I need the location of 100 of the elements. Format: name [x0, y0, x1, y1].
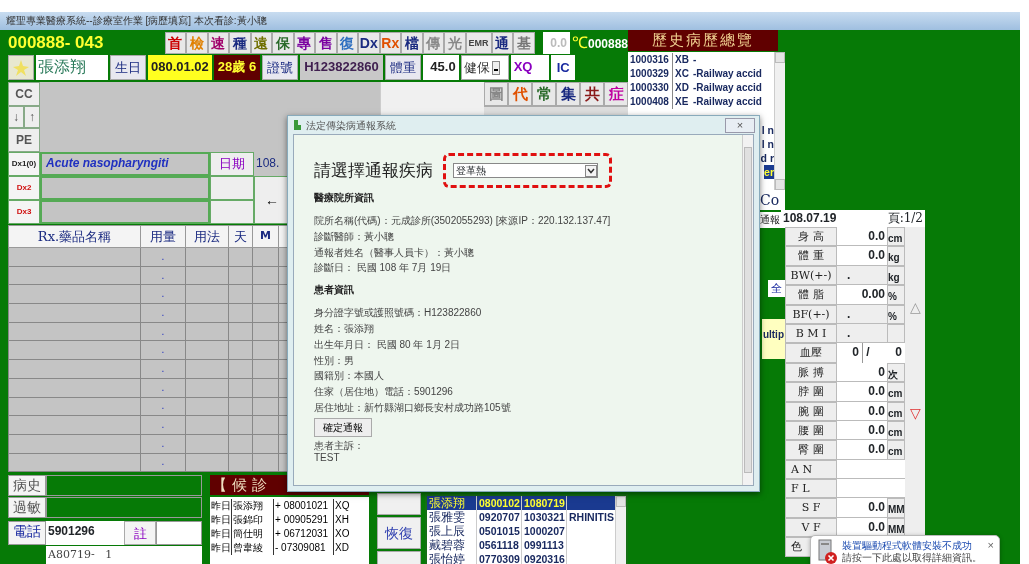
blank-field[interactable] — [210, 176, 254, 200]
blank-field[interactable] — [210, 200, 254, 224]
toolbar-button[interactable]: 復 — [336, 32, 359, 54]
back-button[interactable]: ← — [254, 176, 290, 224]
toolbar-button[interactable]: 種 — [229, 32, 251, 54]
note-field[interactable] — [156, 521, 202, 545]
toolbar-button[interactable]: 保 — [272, 32, 294, 54]
table-cell: + 08001021 — [274, 499, 334, 514]
diagnosis-field[interactable]: Acute nasopharyngiti — [40, 152, 210, 176]
vital-field[interactable]: 0 — [837, 343, 863, 363]
vital-field[interactable]: 0.0 — [837, 498, 887, 518]
table-cell: 1000316 — [628, 53, 673, 67]
table-cell[interactable]: 張添翔 — [232, 499, 274, 514]
unit-label: % — [887, 285, 905, 305]
allergy-field[interactable] — [46, 497, 202, 519]
toolbar-button[interactable]: 首 — [164, 32, 187, 54]
notification-text: 請按一下此處以取得詳細資訊。 — [842, 552, 982, 564]
vital-value: . — [837, 323, 887, 344]
vital-field[interactable]: 0.0 — [837, 440, 887, 460]
submit-button[interactable]: 確定通報 — [314, 417, 372, 437]
address-field[interactable]: A80719- 1 — [46, 545, 202, 564]
toolbar-button[interactable]: 速 — [207, 32, 230, 54]
vital-field[interactable]: 0.0 — [837, 227, 887, 247]
disease-dropdown[interactable]: 登革熱 — [453, 163, 598, 178]
insurance-dropdown[interactable]: 健保 — [460, 55, 509, 80]
scroll-down-button[interactable]: ▽ — [909, 405, 921, 421]
history-row[interactable]: 1000329 XC -Railway accid — [628, 67, 774, 81]
toolbar-button[interactable]: 專 — [293, 32, 316, 54]
history-row[interactable]: 1000330 XD -Railway accid — [628, 81, 774, 95]
partial-text: 全 — [768, 280, 785, 297]
close-button[interactable]: × — [987, 539, 994, 551]
arrow-button[interactable]: ↑ — [24, 106, 40, 128]
history-row[interactable]: 1000408 XE -Railway accid — [628, 95, 774, 109]
tool-button[interactable]: 集 — [556, 82, 580, 106]
chevron-icon — [585, 164, 597, 177]
driver-toast[interactable]: 裝置驅動程式軟體安裝不成功 請按一下此處以取得詳細資訊。 × — [810, 535, 1000, 564]
diagnosis-field[interactable] — [40, 200, 210, 224]
patient-row[interactable]: 張雅雯 0920707 1030321 RHINITIS — [427, 510, 615, 525]
vital-field[interactable]: 0.0 — [837, 401, 887, 421]
history-row[interactable]: l n — [761, 137, 774, 151]
weight-field[interactable]: 45.0 — [422, 55, 459, 80]
arrow-button[interactable]: ↓ — [8, 106, 24, 128]
history-row[interactable]: 1000316 XB - — [628, 53, 774, 67]
vital-field[interactable]: 0.0 — [837, 420, 887, 441]
tool-button[interactable]: 常 — [532, 82, 556, 106]
column-header: 用法 — [185, 225, 229, 248]
toolbar-button[interactable]: EMR — [465, 32, 492, 54]
info-text: 診斷日： 民國 108 年 7月 19日 — [314, 261, 453, 276]
phone-field[interactable]: 5901296 — [46, 521, 124, 545]
patient-row[interactable]: 張添翔 0800102 1080719 — [427, 496, 615, 511]
blank-button[interactable] — [377, 493, 421, 516]
vital-label: S F — [785, 498, 837, 518]
vital-label: F L — [785, 479, 837, 499]
toolbar-button[interactable]: 通 — [491, 32, 514, 54]
patient-row[interactable]: 戴碧蓉 0561118 0991113 — [427, 538, 615, 553]
dialog-title: 法定傳染病通報系統 — [306, 118, 396, 133]
prompt-heading: 請選擇通報疾病 — [314, 158, 433, 182]
pe-button[interactable]: PE — [8, 128, 40, 152]
close-button[interactable]: × — [725, 117, 755, 133]
table-cell: 1000408 — [628, 95, 673, 109]
date-field[interactable]: 108. — [254, 152, 290, 176]
table-cell[interactable]: 曾韋綾 — [232, 541, 274, 556]
toolbar-button[interactable]: 檔 — [401, 32, 423, 54]
table-cell-text: XO — [334, 527, 351, 542]
toolbar-button[interactable]: 售 — [315, 32, 337, 54]
toolbar-button[interactable]: 基 — [513, 32, 535, 54]
table-cell-text: XC — [674, 67, 690, 81]
unit-label: kg — [887, 265, 905, 286]
section-heading: 患者資訊 — [314, 283, 355, 298]
note-button[interactable]: 註 — [124, 521, 156, 545]
vital-field[interactable] — [837, 459, 905, 480]
history-row[interactable]: l n — [761, 123, 774, 137]
scrollbar[interactable] — [774, 52, 785, 190]
vital-field[interactable]: 0.0 — [837, 382, 887, 402]
history-row[interactable]: er — [764, 165, 774, 179]
table-cell[interactable]: 簡仕明 — [232, 527, 274, 542]
table-cell-text: RHINITIS — [568, 510, 615, 525]
vital-field[interactable] — [837, 479, 905, 499]
vital-field[interactable]: 0.00 — [837, 285, 887, 305]
tool-button[interactable]: 症 — [604, 82, 628, 106]
history-field[interactable] — [46, 475, 202, 497]
diagnosis-field[interactable] — [40, 176, 210, 200]
ic-card-button[interactable]: IC — [550, 55, 575, 80]
toolbar-button[interactable]: 遠 — [250, 32, 273, 54]
scrollbar[interactable] — [742, 135, 753, 485]
vital-label: BW(+-) — [785, 265, 837, 286]
vital-label: 脈 搏 — [785, 362, 837, 383]
cc-button[interactable]: CC — [8, 82, 40, 106]
history-row[interactable]: d r — [760, 151, 774, 165]
vital-field[interactable]: 0.0 — [837, 246, 887, 266]
toolbar-button[interactable]: Dx — [358, 32, 380, 54]
table-cell[interactable]: 張錦印 — [232, 513, 274, 528]
vital-field[interactable]: 0 — [873, 343, 905, 363]
restore-button[interactable]: 恢復 — [377, 517, 421, 549]
tool-button[interactable]: 共 — [580, 82, 604, 106]
patient-row[interactable]: 張上辰 0501015 1000207 — [427, 524, 615, 539]
scrollbar[interactable] — [615, 496, 626, 564]
field-label: 過敏 — [8, 497, 46, 519]
blank-button[interactable] — [377, 550, 421, 564]
vital-field[interactable]: 0 — [837, 362, 887, 383]
